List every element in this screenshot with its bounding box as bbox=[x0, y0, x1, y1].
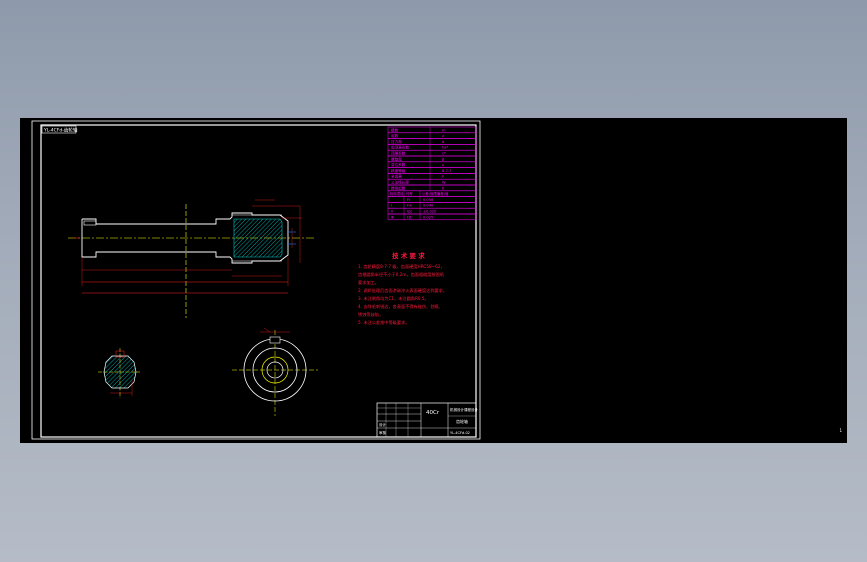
gear-check-cell: 0.056 bbox=[423, 198, 434, 202]
gear-check-cell: fpt bbox=[407, 210, 413, 214]
tech-requirement-line: 要求加工。 bbox=[358, 279, 379, 286]
tb-designer: 设计 bbox=[379, 422, 387, 427]
gear-table-label: 顶隙系数 bbox=[391, 151, 406, 156]
keyway-left bbox=[83, 220, 97, 226]
gear-check-header-cell: 检验项目 bbox=[390, 191, 404, 196]
tech-requirements-heading: 技 术 要 求 bbox=[392, 251, 425, 260]
gear-check-cell: Ⅱ bbox=[391, 210, 393, 214]
tb-drawing-no: YL-4CFd-02 bbox=[450, 431, 470, 435]
gear-table-label: 跨测齿数 bbox=[391, 185, 406, 190]
gear-table-label: 公法线长度 bbox=[391, 180, 409, 185]
cad-viewport[interactable]: YL-4CFd-齿轮轴 技 术 要 求 1. 齿轮精度8-7-7 级，齿面硬度H… bbox=[20, 118, 847, 443]
page-number: 1 bbox=[839, 428, 842, 433]
gear-table-value: x bbox=[442, 163, 445, 167]
gear-table-row bbox=[387, 126, 477, 134]
tech-requirements: 技 术 要 求 1. 齿轮精度8-7-7 级，齿面硬度HRC58~62， 齿根圆… bbox=[358, 251, 447, 326]
gear-table-value: β bbox=[442, 157, 445, 161]
tech-requirement-line: 2. 调质处理后齿面渗碳淬火表面硬度达到要求， bbox=[358, 287, 447, 294]
gear-table-label: 变位系数 bbox=[391, 162, 406, 167]
sheet-outer-border bbox=[31, 120, 481, 440]
gear-table-label: 精度等级 bbox=[391, 168, 406, 173]
gear-hatch bbox=[233, 218, 283, 258]
gear-parameter-table: 模数 m 齿数 z 压力角 α 齿顶高系数 ha* 顶隙系数 c* 螺旋角 β 变位系数 x 精度等级 8-7… bbox=[387, 126, 477, 221]
gear-table-label: 压力角 bbox=[391, 139, 402, 144]
gear-check-cell: Fw bbox=[407, 204, 412, 208]
tech-requirement-line: 4. 去除毛刺锐边，各表面不得有碰伤、划痕、 bbox=[358, 303, 443, 310]
gear-check-cell: ±0.020 bbox=[423, 210, 437, 214]
gear-table-label: 螺旋角 bbox=[391, 156, 402, 161]
tech-requirement-line: 5. 未注公差按中等级要求。 bbox=[358, 319, 409, 326]
gear-check-header-cell: 代号 bbox=[406, 191, 413, 196]
gear-check-cell: Ⅲ bbox=[391, 215, 394, 219]
section-a-hatch bbox=[103, 355, 137, 389]
shaft-main-view[interactable] bbox=[68, 199, 316, 318]
gear-check-cell: 0.040 bbox=[423, 204, 434, 208]
gear-table-label: 齿顶高系数 bbox=[391, 145, 409, 150]
gear-table-value: c* bbox=[442, 152, 446, 156]
gear-table-value: ha* bbox=[442, 146, 448, 150]
gear-table-value: K bbox=[442, 186, 445, 190]
gear-table-value: m bbox=[442, 128, 446, 132]
gear-check-cell: Fr bbox=[407, 198, 411, 202]
gear-check-cell: Ⅰ bbox=[391, 204, 392, 208]
end-view-keyway bbox=[269, 336, 281, 344]
gear-table-label: 模数 bbox=[391, 127, 399, 132]
gear-check-cell: 0.025 bbox=[423, 215, 433, 219]
tech-requirement-line: 齿根圆角半径不小于0.2m，齿面粗糙度按图纸 bbox=[358, 271, 445, 278]
title-tag: YL-4CFd-齿轮轴 bbox=[43, 127, 78, 134]
sheet-inner-frame bbox=[40, 124, 477, 438]
cad-drawing: YL-4CFd-齿轮轴 技 术 要 求 1. 齿轮精度8-7-7 级，齿面硬度H… bbox=[31, 120, 481, 440]
tb-drawing-name: 齿轮轴 bbox=[456, 418, 468, 424]
gear-check-cell: Fβ bbox=[407, 215, 412, 219]
gear-table-row bbox=[387, 132, 477, 139]
tech-requirement-line: 3. 未注倒角均为C1，未注圆角R0.5。 bbox=[358, 295, 429, 302]
end-view-leader bbox=[263, 327, 271, 333]
title-block: 40Cr 机械设计课程设计 齿轮轴 YL-4CFd-02 设计 审核 bbox=[376, 402, 478, 438]
tb-school: 机械设计课程设计 bbox=[450, 407, 478, 412]
section-view-a[interactable] bbox=[98, 348, 140, 398]
gear-table-label: 全齿高 bbox=[391, 174, 402, 179]
gear-table-value: α bbox=[442, 140, 445, 144]
gear-table-value: 8-7-7 bbox=[442, 169, 451, 173]
tb-checker: 审核 bbox=[379, 430, 387, 435]
gear-check-header-cell: 公差(极限偏差)值 bbox=[422, 191, 449, 196]
gear-table-value: h bbox=[442, 175, 444, 179]
tech-requirement-line: 锈蚀等缺陷， bbox=[358, 311, 383, 318]
gear-table-label: 齿数 bbox=[391, 133, 399, 138]
gear-table-value: W bbox=[442, 181, 446, 185]
tb-material: 40Cr bbox=[426, 410, 440, 416]
end-view-b[interactable] bbox=[232, 327, 318, 416]
tech-requirement-line: 1. 齿轮精度8-7-7 级，齿面硬度HRC58~62， bbox=[358, 263, 445, 270]
gear-table-value: z bbox=[442, 134, 444, 138]
